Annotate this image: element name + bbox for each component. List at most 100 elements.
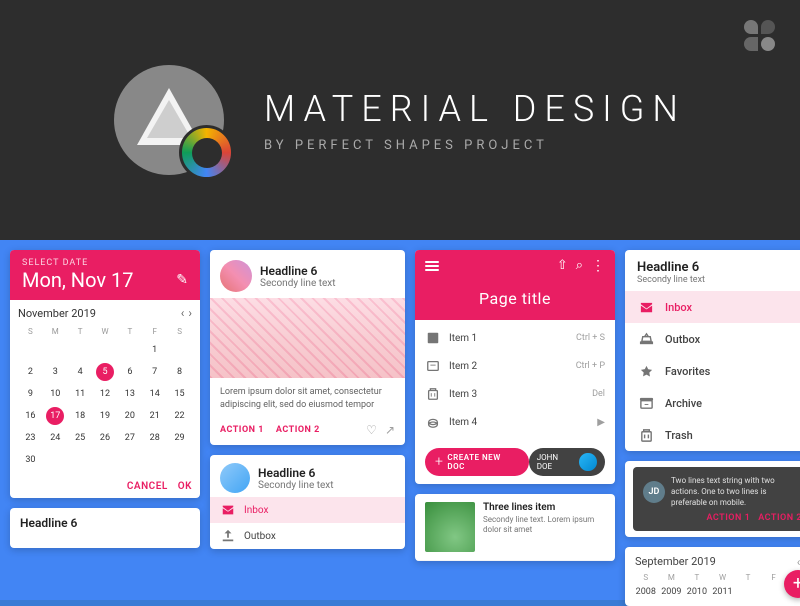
- header-title: MATERIAL DESIGN: [264, 88, 686, 130]
- toolbar-left: [425, 261, 439, 271]
- cal2-header: September 2019 ‹ ›: [625, 547, 800, 573]
- heart-icon[interactable]: ♡: [366, 423, 377, 437]
- article-text: Lorem ipsum dolor sit amet, consectetur …: [220, 386, 395, 411]
- header-logo-area: MATERIAL DESIGN BY PERFECT SHAPES PROJEC…: [114, 65, 686, 175]
- nav-card: Headline 6 Secondy line text Inbox Outbo…: [625, 250, 800, 451]
- nav-header: Headline 6 Secondy line text: [625, 250, 800, 291]
- menu-item-4[interactable]: Item 4 ▶: [415, 408, 615, 436]
- three-lines-image: [425, 502, 475, 552]
- nav-outbox-label: Outbox: [665, 333, 700, 346]
- nav-item-outbox[interactable]: Outbox: [625, 323, 800, 355]
- partial-headline: Headline 6: [20, 516, 190, 530]
- page-title: Page title: [425, 289, 605, 308]
- three-lines-card: Three lines item Secondy line text. Lore…: [415, 494, 615, 561]
- item4-arrow: ▶: [597, 417, 605, 428]
- snackbar-actions: ACTION 1 ACTION 2: [643, 513, 800, 523]
- header-section: MATERIAL DESIGN BY PERFECT SHAPES PROJEC…: [0, 0, 800, 240]
- article-actions: ACTION 1 ACTION 2 ♡ ↗: [210, 419, 405, 445]
- page-card: ⇧ ⌕ ⋮ Page title Item 1: [415, 250, 615, 484]
- cal-date: Mon, Nov 17: [22, 268, 133, 292]
- three-lines-item[interactable]: Three lines item Secondy line text. Lore…: [415, 494, 615, 561]
- item2-label: Item 2: [449, 361, 477, 372]
- calendar-header: SELECT DATE Mon, Nov 17 ✎: [10, 250, 200, 300]
- header-subtitle: BY PERFECT SHAPES PROJECT: [264, 138, 686, 153]
- fab-user-label: JOHN DOE: [537, 453, 575, 471]
- three-lines-headline: Three lines item: [483, 502, 605, 513]
- cal-weekdays: S M T W T F S: [18, 326, 192, 337]
- snackbar-avatar: JD: [643, 481, 665, 503]
- page-menu-list: Item 1 Ctrl + S Item 2 Ctrl + P: [415, 320, 615, 440]
- john-doe-btn[interactable]: JOHN DOE: [529, 448, 605, 476]
- snackbar-card: JD Two lines text string with two action…: [625, 461, 800, 537]
- nav-trash-icon: [637, 426, 655, 444]
- calendar-card: SELECT DATE Mon, Nov 17 ✎ November 2019 …: [10, 250, 200, 498]
- nav-item-inbox[interactable]: Inbox: [625, 291, 800, 323]
- nav-archive-label: Archive: [665, 397, 702, 410]
- item1-shortcut: Ctrl + S: [576, 333, 605, 343]
- snackbar-action2[interactable]: ACTION 2: [758, 513, 800, 523]
- nav-trash-label: Trash: [665, 429, 693, 442]
- nav-title: Headline 6: [637, 260, 800, 275]
- article2-avatar: [220, 463, 250, 493]
- menu-item-3[interactable]: Item 3 Del: [415, 380, 615, 408]
- more-toolbar-icon[interactable]: ⋮: [591, 259, 605, 273]
- article-header-row: Headline 6 Secondy line text: [210, 250, 405, 298]
- snackbar-action1[interactable]: ACTION 1: [706, 513, 750, 523]
- article-action-2[interactable]: ACTION 2: [276, 425, 320, 435]
- article-subline: Secondy line text: [260, 278, 336, 289]
- search-toolbar-icon[interactable]: ⌕: [576, 258, 583, 273]
- cal-select-label: SELECT DATE: [22, 258, 188, 268]
- article-action-1[interactable]: ACTION 1: [220, 425, 264, 435]
- inbox-label: Inbox: [244, 505, 268, 516]
- calendar2-card: September 2019 ‹ › S M T W T F S 2008: [625, 547, 800, 606]
- fab-label: CREATE NEW DOC: [447, 453, 518, 471]
- nav-archive-icon: [637, 394, 655, 412]
- snackbar: JD Two lines text string with two action…: [633, 467, 800, 531]
- menu-item-1[interactable]: Item 1 Ctrl + S: [415, 324, 615, 352]
- article-image: [210, 298, 405, 378]
- item3-shortcut: Del: [592, 389, 605, 399]
- cal-ok-btn[interactable]: OK: [178, 481, 192, 492]
- toolbar-right: ⇧ ⌕ ⋮: [557, 258, 605, 273]
- content-grid: SELECT DATE Mon, Nov 17 ✎ November 2019 …: [0, 240, 800, 600]
- cal-next[interactable]: ›: [188, 306, 192, 320]
- nav-item-archive[interactable]: Archive: [625, 387, 800, 419]
- share-icon[interactable]: ↗: [385, 423, 395, 437]
- article-avatar: [220, 260, 252, 292]
- snackbar-text: Two lines text string with two actions. …: [671, 475, 800, 509]
- nav-subtitle: Secondy line text: [637, 275, 800, 285]
- three-lines-text: Three lines item Secondy line text. Lore…: [483, 502, 605, 536]
- nav-items: Inbox Outbox Favorites: [625, 291, 800, 451]
- menu-icon[interactable]: [425, 261, 439, 271]
- inbox-item-outbox[interactable]: Outbox: [210, 523, 405, 549]
- item4-label: Item 4: [449, 417, 477, 428]
- nav-item-favorites[interactable]: Favorites: [625, 355, 800, 387]
- nav-favorites-icon: [637, 362, 655, 380]
- three-lines-body: Secondy line text. Lorem ipsum dolor sit…: [483, 515, 605, 536]
- cal-actions: CANCEL OK: [10, 477, 200, 498]
- cal-month: November 2019: [18, 307, 96, 320]
- nav-inbox-label: Inbox: [665, 301, 692, 314]
- cal2-month: September 2019: [635, 555, 716, 568]
- fab-plus-icon: +: [435, 454, 443, 470]
- partial-card-bottom: Headline 6: [10, 508, 200, 548]
- item2-shortcut: Ctrl + P: [576, 361, 605, 371]
- create-new-doc-btn[interactable]: + CREATE NEW DOC: [425, 448, 529, 476]
- inbox-icon: [220, 502, 236, 518]
- cal-cancel-btn[interactable]: CANCEL: [127, 481, 168, 492]
- figma-icon: [744, 20, 775, 51]
- item1-label: Item 1: [449, 333, 477, 344]
- calendar-body: November 2019 ‹ › S M T W T F S: [10, 300, 200, 477]
- inbox-item-inbox[interactable]: Inbox: [210, 497, 405, 523]
- nav-inbox-icon: [637, 298, 655, 316]
- article-card-1: Headline 6 Secondy line text Lorem ipsum…: [210, 250, 405, 445]
- item2-icon: [425, 358, 441, 374]
- fab-user-avatar: [579, 453, 597, 471]
- cal-edit-icon[interactable]: ✎: [176, 272, 188, 288]
- menu-item-2[interactable]: Item 2 Ctrl + P: [415, 352, 615, 380]
- nav-item-trash[interactable]: Trash: [625, 419, 800, 451]
- cal-prev[interactable]: ‹: [181, 306, 185, 320]
- share-toolbar-icon[interactable]: ⇧: [557, 258, 568, 273]
- article2-headline: Headline 6: [258, 466, 334, 480]
- article-meta: Headline 6 Secondy line text: [260, 264, 336, 289]
